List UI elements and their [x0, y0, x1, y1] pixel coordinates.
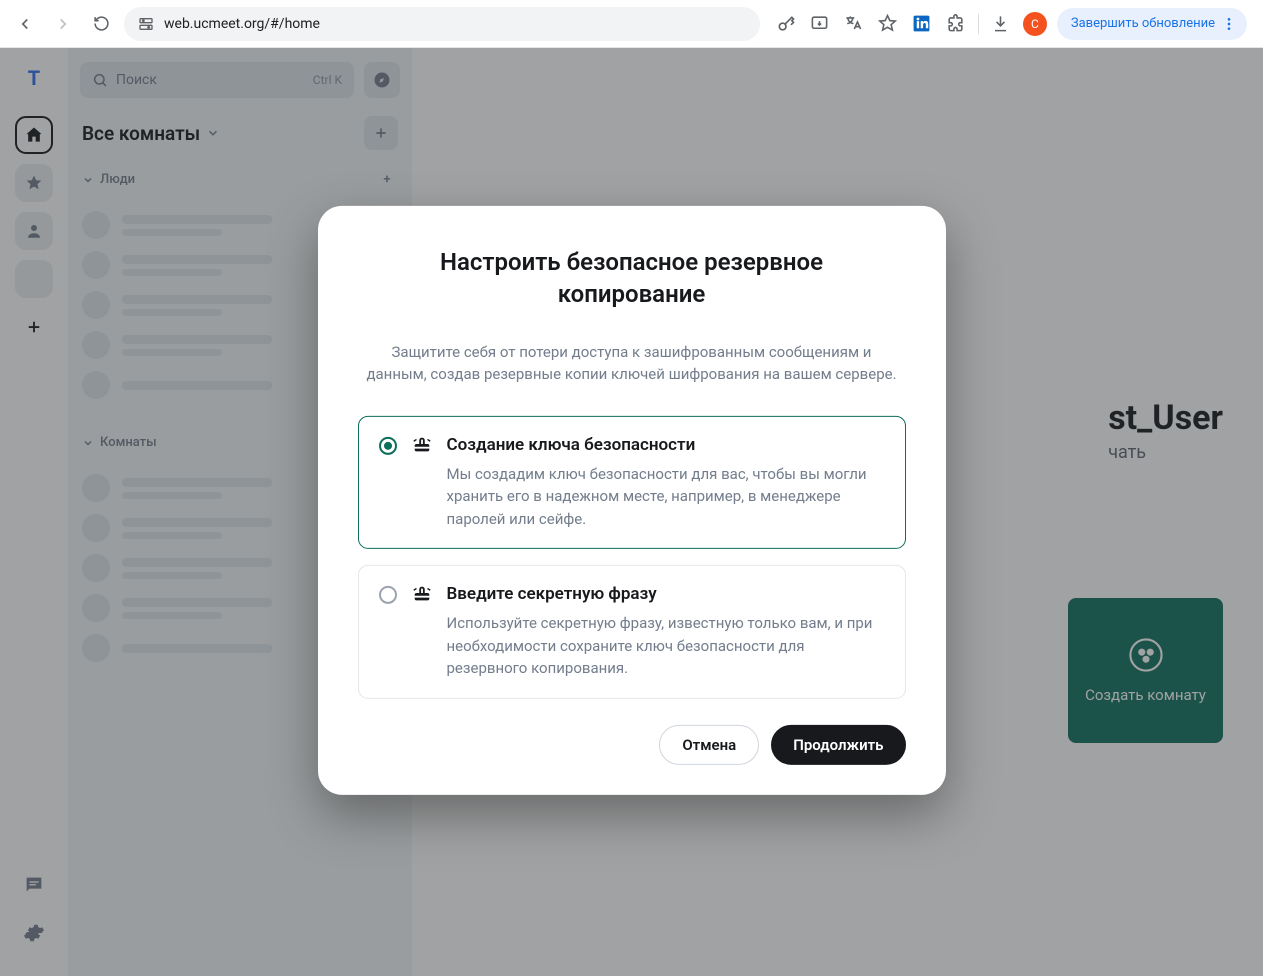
chrome-actions: C Завершить обновление: [768, 8, 1253, 40]
lock-icon: [411, 584, 433, 680]
app: T Поиск Ctrl K: [0, 48, 1263, 976]
url-bar[interactable]: web.ucmeet.org/#/home: [124, 7, 760, 41]
continue-button[interactable]: Продолжить: [771, 725, 905, 765]
reload-button[interactable]: [86, 9, 116, 39]
extensions-icon[interactable]: [944, 12, 968, 36]
secure-backup-modal: Настроить безопасное резервное копирован…: [318, 206, 946, 795]
url-text: web.ucmeet.org/#/home: [164, 16, 320, 32]
option-enter-phrase[interactable]: Введите секретную фразу Используйте секр…: [358, 565, 906, 699]
option-generate-key[interactable]: Создание ключа безопасности Мы создадим …: [358, 416, 906, 550]
update-button[interactable]: Завершить обновление: [1057, 8, 1247, 40]
modal-actions: Отмена Продолжить: [358, 725, 906, 765]
forward-button[interactable]: [48, 9, 78, 39]
modal-title: Настроить безопасное резервное копирован…: [358, 246, 906, 311]
profile-avatar[interactable]: C: [1023, 12, 1047, 36]
translate-icon[interactable]: [842, 12, 866, 36]
option-description: Мы создадим ключ безопасности для вас, ч…: [447, 463, 885, 531]
bookmark-icon[interactable]: [876, 12, 900, 36]
modal-options: Создание ключа безопасности Мы создадим …: [358, 416, 906, 699]
cancel-button[interactable]: Отмена: [659, 725, 759, 765]
modal-description: Защитите себя от потери доступа к зашифр…: [358, 341, 906, 386]
lock-icon: [411, 435, 433, 531]
site-settings-icon[interactable]: [138, 16, 154, 32]
radio-icon: [379, 586, 397, 604]
back-button[interactable]: [10, 9, 40, 39]
install-app-icon[interactable]: [808, 12, 832, 36]
option-title: Создание ключа безопасности: [447, 435, 885, 455]
option-title: Введите секретную фразу: [447, 584, 885, 604]
linkedin-icon[interactable]: [910, 12, 934, 36]
option-description: Используйте секретную фразу, известную т…: [447, 612, 885, 680]
key-icon[interactable]: [774, 12, 798, 36]
divider: [978, 14, 979, 34]
radio-icon: [379, 437, 397, 455]
browser-chrome: web.ucmeet.org/#/home C Завершить обновл…: [0, 0, 1263, 48]
downloads-icon[interactable]: [989, 12, 1013, 36]
